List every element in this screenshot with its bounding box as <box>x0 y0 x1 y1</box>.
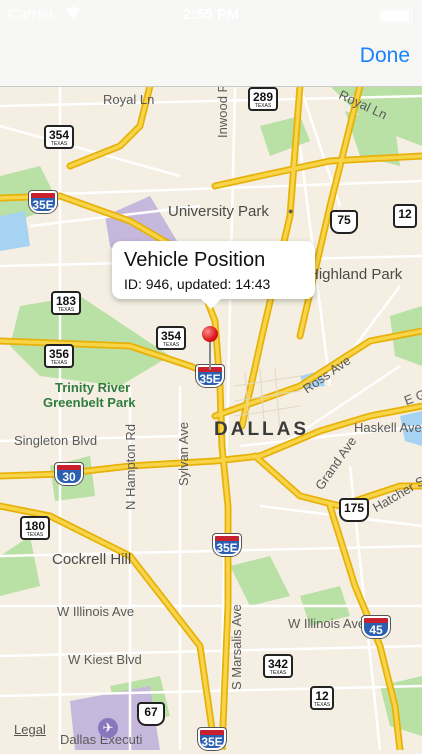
done-button[interactable]: Done <box>360 44 410 68</box>
navigation-bar: Carrier 2:55 PM Done <box>0 0 422 87</box>
callout-subtitle: ID: 946, updated: 14:43 <box>124 276 271 292</box>
road-label-royal-ln: Royal Ln <box>103 92 155 107</box>
shield-356: 356 TEXAS <box>44 344 74 368</box>
shield-342: 342 TEXAS <box>263 654 293 678</box>
interstate-35e-shield-south: 35E <box>213 534 241 556</box>
road-label-sylvan: Sylvan Ave <box>176 421 191 486</box>
shield-us-67: 67 <box>137 702 165 726</box>
status-bar: Carrier 2:55 PM <box>0 4 422 26</box>
park-label-trinity: Trinity River <box>55 380 131 395</box>
interstate-45-shield: 45 <box>362 616 390 638</box>
map-base <box>0 86 422 750</box>
park-label-greenbelt: Greenbelt Park <box>43 395 136 410</box>
shield-354-south: 354 TEXAS <box>156 326 186 350</box>
airport-icon: ✈ <box>98 718 118 738</box>
city-label-dallas: DALLAS <box>214 419 310 440</box>
shield-180: 180 TEXAS <box>20 516 50 540</box>
clock-label: 2:55 PM <box>182 6 240 23</box>
place-label-university-park: University Park <box>168 203 269 220</box>
annotation-callout[interactable]: Vehicle Position ID: 946, updated: 14:43 <box>112 241 315 309</box>
battery-icon <box>380 9 412 23</box>
interstate-30-shield: 30 <box>55 463 83 485</box>
map-pin-icon[interactable] <box>202 326 218 372</box>
shield-12-north: 12 <box>393 204 417 228</box>
road-label-w-illinois: W Illinois Ave <box>57 604 135 619</box>
interstate-35e-shield-north: 35E <box>29 191 57 213</box>
callout-title: Vehicle Position <box>124 249 266 271</box>
shield-us-75: 75 <box>330 210 358 234</box>
road-label-singleton: Singleton Blvd <box>14 433 98 448</box>
road-label-haskell: Haskell Ave <box>354 420 422 435</box>
shield-12-south: 12 TEXAS <box>310 686 334 710</box>
shield-354-north: 354 TEXAS <box>44 125 74 149</box>
road-label-inwood: Inwood R <box>215 83 230 138</box>
road-label-n-hampton: N Hampton Rd <box>123 424 138 510</box>
legal-link[interactable]: Legal <box>14 722 46 737</box>
place-dot-university-park: ● <box>288 206 294 216</box>
map-view[interactable]: Royal Ln Royal Ln Inwood R University Pa… <box>0 83 422 750</box>
road-label-w-illinois-east: W Illinois Ave <box>288 616 366 631</box>
road-label-s-marsalis: S Marsalis Ave <box>229 604 244 690</box>
road-label-w-kiest: W Kiest Blvd <box>68 652 142 667</box>
shield-289: 289 TEXAS <box>248 87 278 111</box>
place-label-highland-park: Highland Park <box>308 266 403 283</box>
place-label-cockrell-hill: Cockrell Hill <box>52 551 132 568</box>
interstate-35e-shield-bottom: 35E <box>198 728 226 750</box>
shield-us-175: 175 <box>339 498 369 522</box>
shield-183: 183 TEXAS <box>51 291 81 315</box>
